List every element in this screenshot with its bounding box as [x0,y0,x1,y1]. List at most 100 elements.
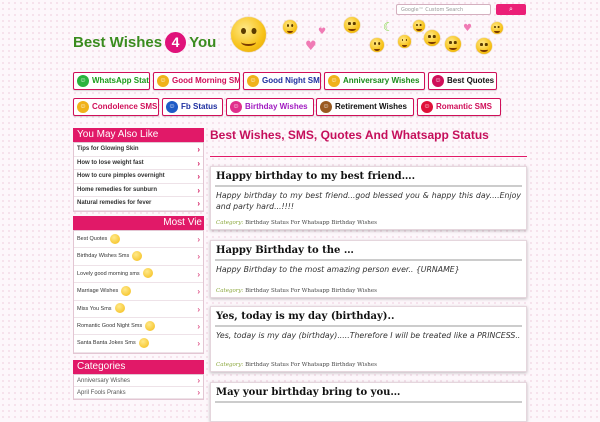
may-like-heading: You May Also Like [73,128,204,142]
category-link[interactable]: Birthday Wishes [331,220,377,226]
post-divider [215,401,522,403]
sidebar-link-label: Lovely good morning sms [77,270,140,277]
sun-smiley-icon: ☺ [157,75,169,87]
sidebar-link-label: Natural remedies for fever [77,200,152,207]
nav-button-label: Birthday Wishes [245,102,308,111]
moon-icon: ☾ [383,20,394,34]
emoticon-icon [138,337,149,348]
chevron-right-icon: › [197,185,200,195]
chevron-right-icon: › [197,172,200,182]
page-title: Best Wishes, SMS, Quotes And Whatsapp St… [210,128,489,142]
smiley-icon [398,35,411,48]
nav-button-label: Good Night SMS [262,76,321,85]
nav-button[interactable]: ☺WhatsApp Status [73,72,150,90]
sidebar-link-label: Marriage Wishes [77,288,119,295]
emoticon-icon [121,285,132,296]
nav-button[interactable]: ☺ Anniversary Wishes [324,72,425,90]
smiley-icon [476,38,492,54]
sidebar-link[interactable]: Anniversary Wishes › [74,375,203,387]
may-like-list: Tips for Glowing Skin › How to lose weight… [73,142,204,212]
category-link[interactable]: Birthday Wishes [331,288,377,294]
smiley-icon [445,36,461,52]
post-categories: Category: Birthday Status For Whatsapp B… [216,362,377,368]
category-link[interactable]: Birthday Status For Whatsapp [245,220,329,226]
chevron-right-icon: › [197,235,200,244]
search-button[interactable]: ⌕ [496,4,526,15]
categories-heading: Categories [73,360,204,374]
sidebar-link[interactable]: How to lose weight fast › [74,157,203,171]
sidebar-link[interactable]: Birthday Wishes Sms › [74,248,203,266]
post-divider [215,259,522,261]
search-input[interactable]: Google™ Custom Search [396,4,491,15]
sidebar-link-label: Birthday Wishes Sms [77,253,130,260]
category-link[interactable]: Birthday Status For Whatsapp [245,288,329,294]
whatsapp-icon: ☺ [77,75,89,87]
post-categories: Category: Birthday Status For Whatsapp B… [216,220,377,226]
sidebar-link-label: How to lose weight fast [77,159,144,166]
sidebar-link[interactable]: April Fools Pranks › [74,387,203,399]
sidebar-link[interactable]: Santa Banta Jokes Sms › [74,335,203,353]
post-card: Happy birthday to my best friend…. Happy … [210,166,527,230]
heart-icon: ♥ [318,27,327,37]
nav-button[interactable]: ☺ Condolence SMS [73,98,159,116]
sad-smiley-icon: ☺ [77,101,89,113]
chevron-right-icon: › [197,145,200,154]
emoticon-icon [142,268,153,279]
chevron-right-icon: › [197,158,200,168]
sidebar-link[interactable]: Lovely good morning sms › [74,266,203,284]
emoticon-icon [145,320,156,331]
nav-button-label: Romantic SMS [436,102,493,111]
most-viewed-heading: Most Vie [73,216,204,230]
sidebar-link[interactable]: Home remedies for sunburn › [74,184,203,198]
post-title-link[interactable]: Yes, today is my day (birthday).. [216,311,394,322]
facebook-icon: ☺ [166,101,178,113]
sidebar-link[interactable]: Tips for Glowing Skin › [74,143,203,157]
sidebar-link[interactable]: Marriage Wishes › [74,283,203,301]
post-body: Happy birthday to my best friend...god b… [216,191,521,211]
smiley-icon [424,30,440,46]
nav-button-label: Best Quotes [447,76,495,85]
nav-button[interactable]: ☺ Good Night SMS [243,72,321,90]
chevron-right-icon: › [197,339,200,349]
sidebar-link[interactable]: Natural remedies for fever › [74,197,203,211]
nav-button[interactable]: ☺ Romantic SMS [417,98,501,116]
sidebar-link[interactable]: Romantic Good Night Sms › [74,318,203,336]
site-logo[interactable]: Best Wishes 4 You [73,32,216,53]
nav-button-label: Anniversary Wishes [343,76,420,85]
nav-button[interactable]: ☺ Best Quotes [428,72,497,90]
post-title-link[interactable]: Happy Birthday to the … [216,245,354,256]
category-label: Category: [216,288,244,294]
smiley-icon [283,20,297,34]
sidebar-link-label: Anniversary Wishes [77,378,131,384]
smiley-icon [344,17,360,33]
chevron-right-icon: › [197,199,200,209]
heart-icon: ♥ [463,23,472,34]
logo-text-right: You [189,34,217,51]
sidebar-link-label: Miss You Sms [77,305,112,312]
hearts-icon: ☺ [421,101,433,113]
sidebar-link[interactable]: How to cure pimples overnight › [74,170,203,184]
category-link[interactable]: Birthday Status For Whatsapp [245,362,329,368]
emoticon-icon [110,233,121,244]
nav-button[interactable]: ☺ Birthday Wishes [226,98,314,116]
sidebar-link[interactable]: Best Quotes › [74,231,203,249]
nav-button[interactable]: ☺ Fb Status [162,98,223,116]
nav-button[interactable]: ☺ Good Morning SMS [153,72,240,90]
gift-icon: ☺ [230,101,242,113]
sidebar-link[interactable]: Miss You Sms › [74,301,203,318]
emoticon-icon [132,250,143,261]
smiley-icon [413,20,425,32]
big-smiley-icon [231,17,266,52]
categories-list: Anniversary Wishes › April Fools Pranks › [73,374,204,400]
smiley-icon [370,38,384,52]
nav-button-label: Condolence SMS [92,102,158,111]
post-card: Yes, today is my day (birthday).. Yes, to… [210,306,527,372]
quote-bubble-icon: ☺ [432,75,444,87]
post-title-link[interactable]: May your birthday bring to you… [216,387,400,398]
post-title-link[interactable]: Happy birthday to my best friend…. [216,171,415,182]
category-link[interactable]: Birthday Wishes [331,362,377,368]
post-divider [215,325,522,327]
post-card: Happy Birthday to the … Happy Birthday to… [210,240,527,298]
nav-button[interactable]: ☺ Retirement Wishes [316,98,414,116]
sidebar-link-label: Best Quotes [77,236,108,242]
